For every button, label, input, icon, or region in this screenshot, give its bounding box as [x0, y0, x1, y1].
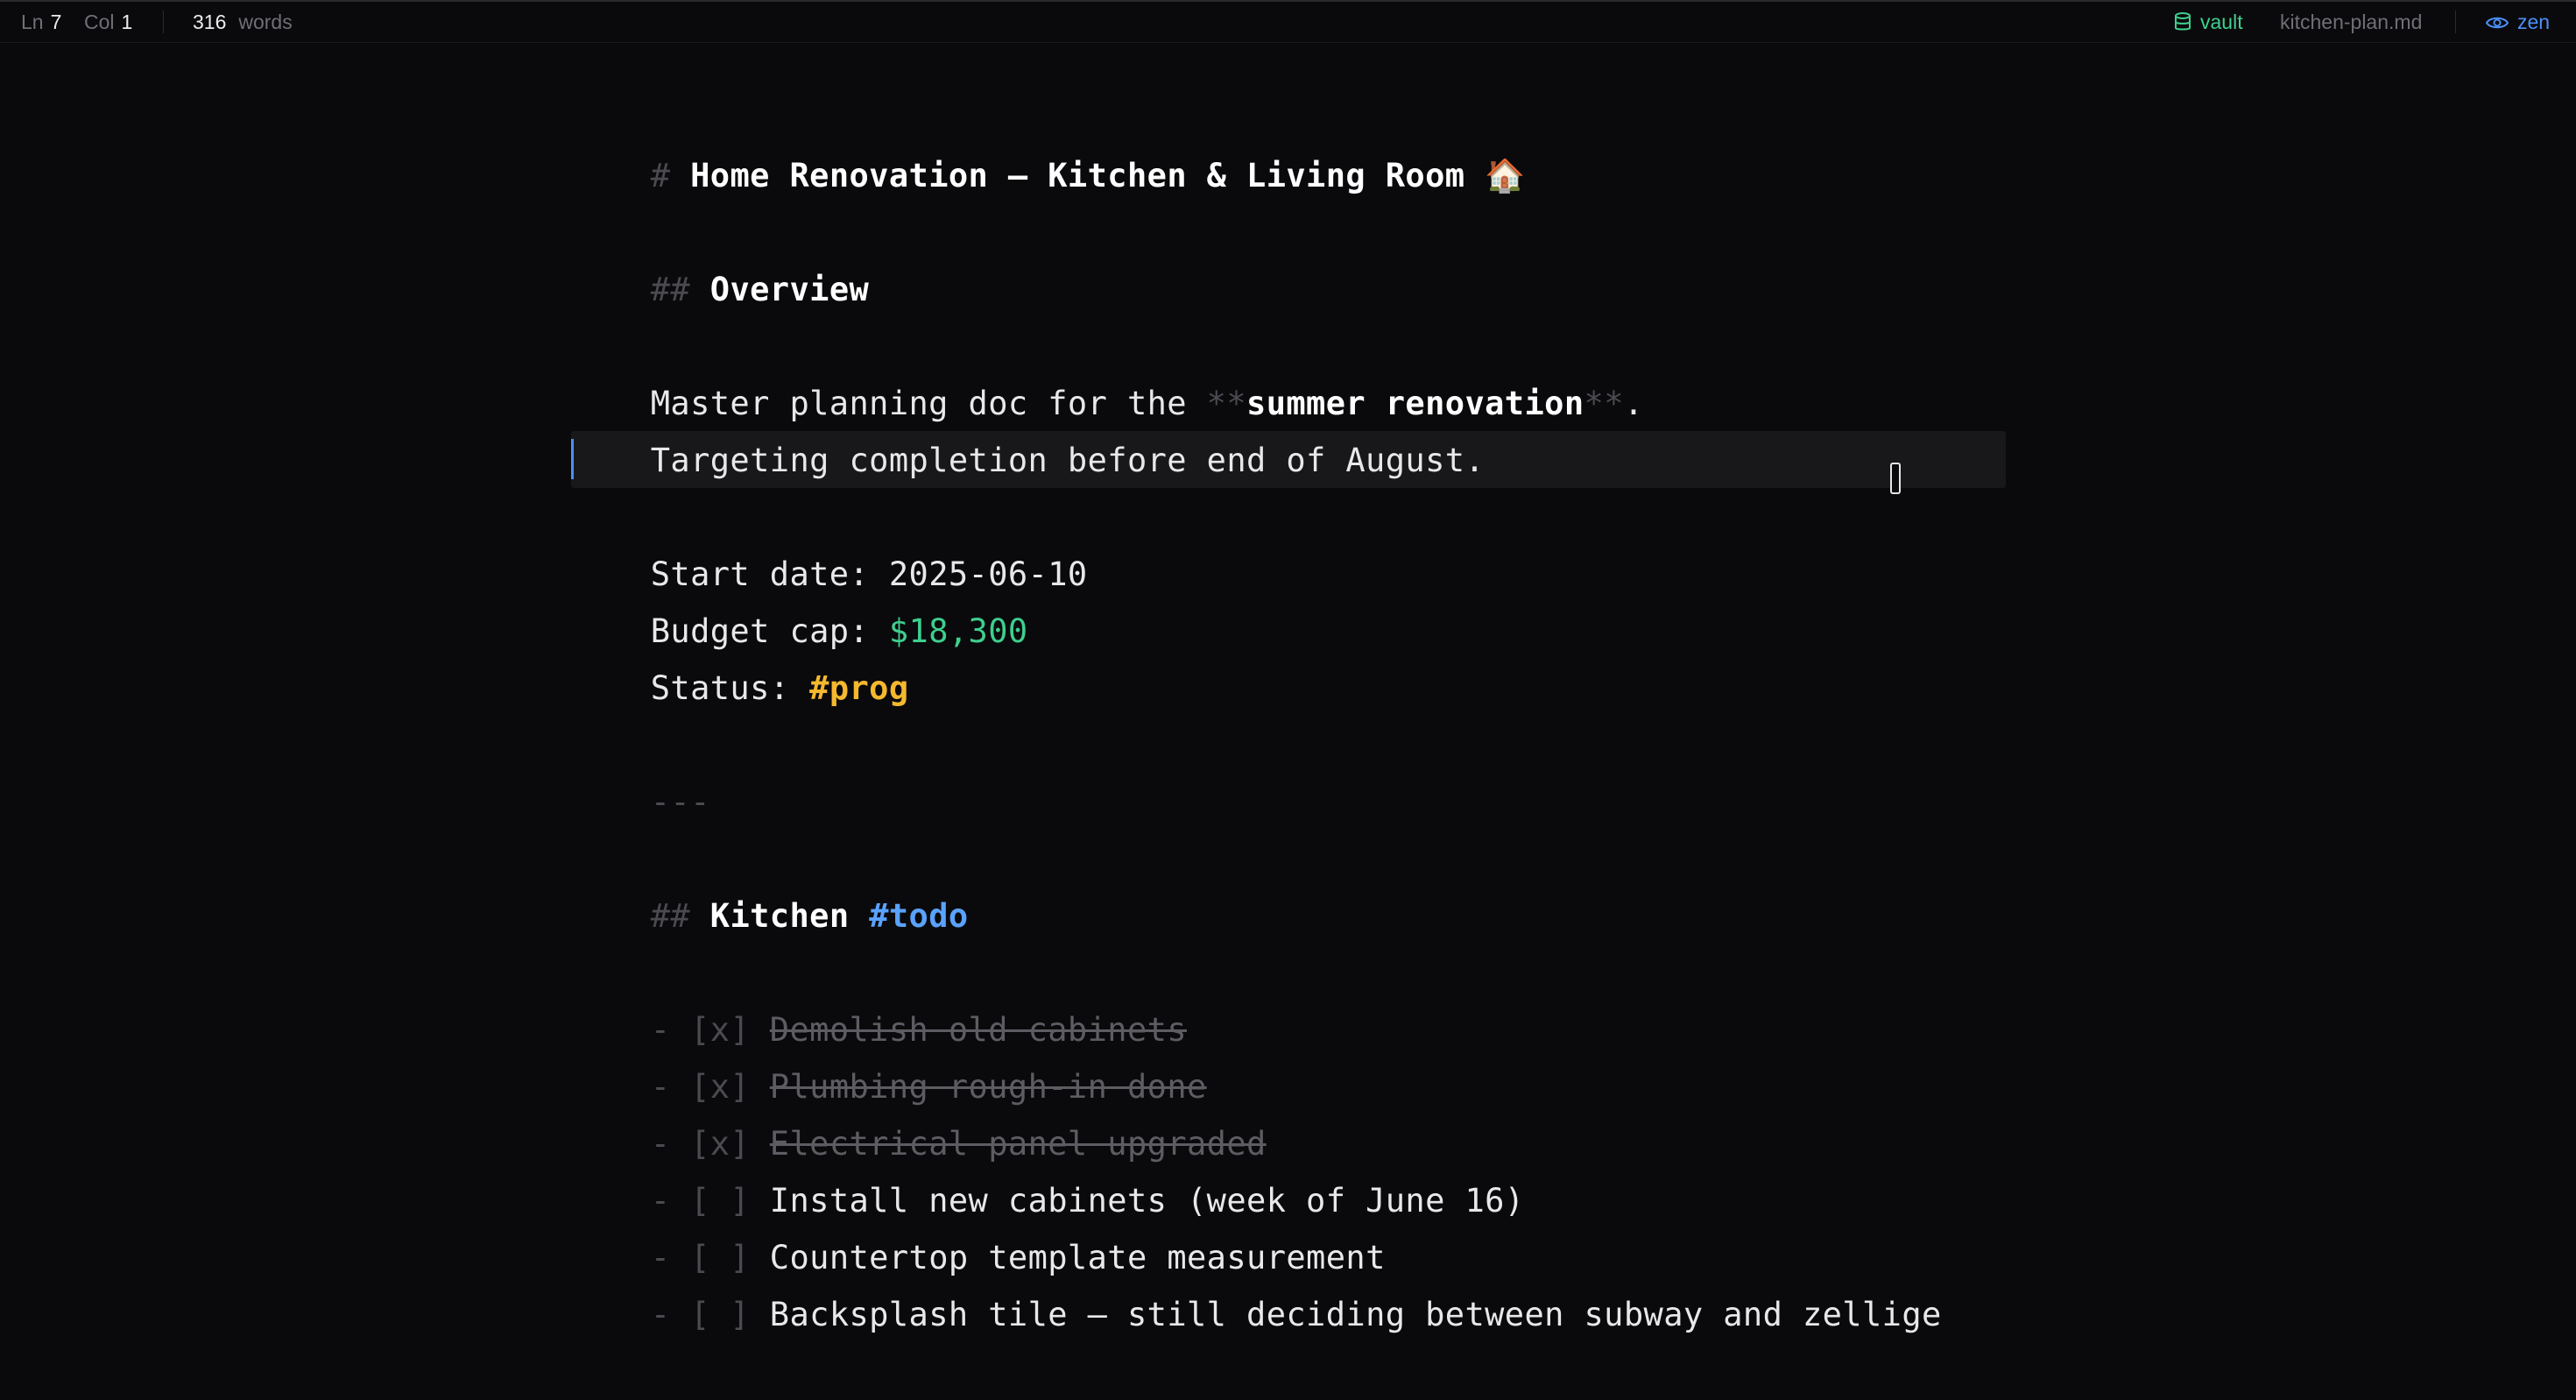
col-label: Col — [84, 11, 115, 33]
status-divider — [163, 11, 164, 33]
line-indicator: Ln 7 — [21, 11, 61, 34]
zen-label: zen — [2517, 11, 2551, 33]
filename-label[interactable]: kitchen-plan.md — [2280, 11, 2422, 34]
h2-marker: ## — [650, 271, 691, 308]
kitchen-heading: Kitchen — [709, 897, 850, 935]
database-icon — [2175, 12, 2191, 31]
h2-line-overview[interactable]: ## Overview — [571, 204, 869, 308]
status-bar: Ln 7 Col 1 316 words vault kitchen-plan.md … — [0, 0, 2576, 43]
overview-paragraph-line-1[interactable]: Master planning doc for the **summer ren… — [571, 318, 1644, 422]
word-count: 316 words — [193, 11, 293, 34]
h2-line-kitchen[interactable]: ## Kitchen #todo — [571, 831, 969, 935]
horizontal-rule: --- — [650, 783, 710, 821]
document-title: Home Renovation — Kitchen & Living Room … — [690, 157, 1526, 194]
vault-label: vault — [2200, 11, 2243, 33]
start-date-line[interactable]: Start date: 2025-06-10 — [571, 489, 1088, 593]
budget-line[interactable]: Budget cap: $18,300 — [571, 546, 1028, 650]
status-label: Status: — [650, 669, 810, 707]
h1-marker: # — [650, 157, 671, 194]
column-indicator: Col 1 — [84, 11, 132, 34]
status-tag[interactable]: #prog — [809, 669, 908, 707]
overview-line-2-text: Targeting completion before end of Augus… — [650, 442, 1486, 479]
task-item[interactable]: - [x] Electrical panel upgraded — [571, 1058, 1267, 1163]
zen-mode-toggle[interactable]: zen — [2486, 11, 2550, 34]
bold-marker-close: ** — [1584, 385, 1624, 422]
overview-paragraph-line-2[interactable]: Targeting completion before end of Augus… — [571, 375, 1485, 479]
task-item[interactable]: - [x] Demolish old cabinets — [571, 944, 1187, 1049]
task-item[interactable]: - [ ] Countertop template measurement — [571, 1172, 1386, 1276]
vault-button[interactable]: vault — [2174, 11, 2243, 34]
i-beam-mouse-cursor — [1890, 463, 1901, 494]
horizontal-rule-line[interactable]: --- — [571, 717, 710, 821]
task-item[interactable]: - [ ] Install new cabinets (week of June… — [571, 1115, 1524, 1220]
h2-marker: ## — [650, 897, 691, 935]
word-count-value: 316 — [193, 11, 227, 33]
status-line[interactable]: Status: #prog — [571, 603, 909, 707]
ln-value: 7 — [50, 11, 62, 33]
words-label: words — [238, 11, 293, 33]
h1-line[interactable]: # Home Renovation — Kitchen & Living Roo… — [571, 90, 1526, 194]
task-checkbox-marker[interactable]: - [ ] — [651, 1296, 750, 1333]
col-value: 1 — [121, 11, 133, 33]
ln-label: Ln — [21, 11, 44, 33]
task-text: Backsplash tile — still deciding between… — [769, 1296, 1942, 1333]
eye-icon — [2486, 17, 2509, 29]
task-item[interactable]: - [ ] Backsplash tile — still deciding b… — [571, 1229, 1942, 1333]
task-item[interactable]: - [x] Plumbing rough-in done — [571, 1001, 1207, 1106]
kitchen-tag[interactable]: #todo — [869, 897, 968, 935]
status-divider — [2455, 11, 2456, 33]
budget-value: $18,300 — [888, 612, 1028, 650]
overview-heading: Overview — [709, 271, 870, 308]
overview-text-after: . — [1623, 385, 1644, 422]
